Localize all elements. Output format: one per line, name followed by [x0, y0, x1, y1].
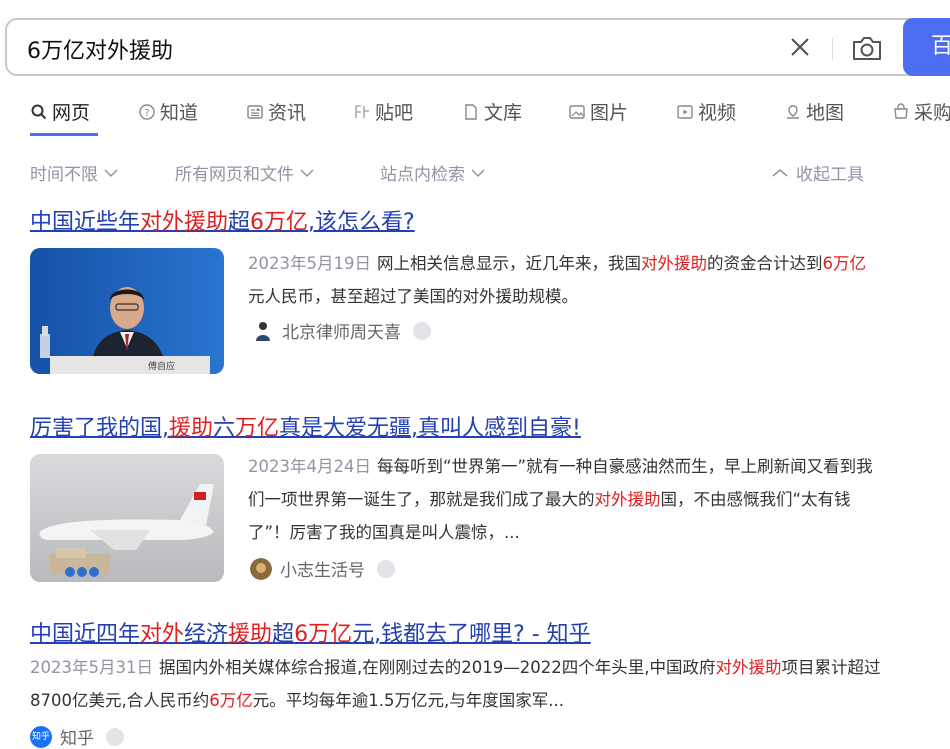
result-thumbnail-1[interactable]: 傅自应: [30, 248, 224, 374]
filter-time-label: 时间不限: [30, 165, 98, 185]
result-abstract-1: 2023年5月19日 网上相关信息显示，近几年来，我国对外援助的资金合计达到6万亿…: [248, 247, 878, 313]
tab-images[interactable]: 图片: [568, 98, 628, 125]
result-source-2[interactable]: 小志生活号: [250, 556, 395, 581]
result-thumbnail-2[interactable]: [30, 454, 224, 582]
title-text: 经济: [184, 622, 229, 647]
abstract-text: 元。平均每年逾1.5万亿元,与年度国家军...: [252, 691, 564, 710]
search-button[interactable]: 百度一下: [903, 18, 950, 76]
search-tabs: 网页 ? 知道 资讯 贴吧 文库 图片 视频 地图 采购: [30, 98, 950, 128]
result-title-2[interactable]: 厉害了我的国,援助六万亿真是大爱无疆,真叫人感到自豪!: [30, 410, 581, 442]
news-icon: [247, 104, 263, 119]
tieba-icon: [355, 104, 369, 118]
svg-text:傅自应: 傅自应: [148, 360, 175, 372]
abstract-text: 元人民币，甚至超过了美国的对外援助规模。: [248, 287, 578, 306]
title-text: 六: [213, 416, 236, 441]
tab-news[interactable]: 资讯: [246, 98, 306, 125]
source-name: 知乎: [60, 729, 94, 749]
avatar: [250, 557, 272, 580]
result-abstract-2: 2023年4月24日 每每听到“世界第一”就有一种自豪感油然而生，早上刷新闻又看到…: [248, 450, 888, 549]
tab-web[interactable]: 网页: [30, 98, 90, 125]
tab-label: 贴吧: [375, 102, 414, 124]
tab-label: 图片: [590, 102, 629, 124]
filter-site[interactable]: 站点内检索: [380, 160, 485, 185]
tab-label: 知道: [160, 102, 199, 124]
title-highlight: 万亿: [235, 416, 280, 441]
title-highlight: 6万亿: [250, 210, 309, 235]
filter-type-label: 所有网页和文件: [175, 165, 294, 185]
avatar: [256, 321, 270, 341]
verified-icon: [413, 321, 431, 340]
shopping-icon: [894, 102, 908, 119]
title-text: 真是大爱无疆,真叫人感到自豪!: [279, 416, 581, 441]
title-highlight: 6万亿: [294, 622, 353, 647]
result-source-3[interactable]: 知乎 知乎: [30, 724, 124, 749]
title-highlight: 援助: [228, 622, 273, 647]
map-icon: [787, 104, 799, 119]
result-source-1[interactable]: 北京律师周天喜: [252, 318, 431, 343]
filter-site-label: 站点内检索: [380, 165, 465, 185]
video-icon: [677, 104, 693, 119]
title-text: 中国近些年: [30, 210, 141, 235]
tab-shopping[interactable]: 采购: [892, 98, 950, 125]
divider: [832, 38, 833, 60]
abstract-highlight: 对外援助: [715, 658, 782, 677]
tab-map[interactable]: 地图: [784, 98, 844, 125]
result-date: 2023年4月24日: [248, 457, 371, 476]
abstract-text: 网上相关信息显示，近几年来，我国: [377, 254, 641, 273]
tab-video[interactable]: 视频: [676, 98, 736, 125]
abstract-highlight: 6万亿: [822, 254, 867, 273]
tab-label: 文库: [484, 102, 523, 124]
zhihu-logo-icon: 知乎: [30, 725, 52, 748]
abstract-highlight: 6万亿: [209, 691, 253, 710]
chevron-up-icon: [772, 168, 788, 177]
abstract-highlight: 对外援助: [641, 254, 707, 273]
collapse-tools-label: 收起工具: [796, 165, 864, 185]
verified-icon: [106, 727, 124, 746]
document-icon: [465, 103, 477, 120]
question-icon: ?: [139, 103, 155, 120]
title-highlight: 援助: [169, 416, 214, 441]
title-text: 超: [272, 622, 295, 647]
tab-label: 采购: [914, 102, 950, 124]
abstract-text: 的资金合计达到: [707, 254, 823, 273]
chevron-down-icon: [300, 168, 314, 177]
verified-icon: [377, 559, 395, 578]
filter-time[interactable]: 时间不限: [30, 160, 118, 185]
active-tab-indicator: [30, 133, 98, 136]
title-text: 元,钱都去了哪里? - 知乎: [352, 622, 591, 647]
title-text: 厉害了我的国,: [30, 416, 169, 441]
filter-type[interactable]: 所有网页和文件: [175, 160, 314, 185]
source-name: 北京律师周天喜: [282, 323, 401, 343]
result-date: 2023年5月19日: [248, 254, 371, 273]
search-icon: [31, 104, 47, 119]
tab-label: 视频: [698, 102, 737, 124]
search-input[interactable]: [27, 36, 627, 61]
image-icon: [569, 104, 585, 119]
result-title-3[interactable]: 中国近四年对外经济援助超6万亿元,钱都去了哪里? - 知乎: [30, 616, 591, 648]
result-date: 2023年5月31日: [30, 658, 153, 677]
title-text: ,该怎么看?: [308, 210, 415, 235]
abstract-highlight: 对外援助: [594, 490, 661, 509]
title-text: 中国近四年: [30, 622, 141, 647]
tab-label: 地图: [806, 102, 845, 124]
source-name: 小志生活号: [280, 561, 365, 581]
collapse-tools-button[interactable]: 收起工具: [772, 160, 864, 185]
chevron-down-icon: [104, 168, 118, 177]
camera-icon[interactable]: [850, 33, 884, 63]
tab-tieba[interactable]: 贴吧: [353, 98, 413, 125]
tab-label: 网页: [52, 102, 91, 124]
svg-text:?: ?: [144, 108, 149, 119]
result-title-1[interactable]: 中国近些年对外援助超6万亿,该怎么看?: [30, 204, 415, 236]
search-box[interactable]: [5, 18, 925, 76]
tab-label: 资讯: [268, 102, 307, 124]
title-text: 超: [228, 210, 251, 235]
close-icon[interactable]: [787, 34, 813, 60]
tab-zhidao[interactable]: ? 知道: [138, 98, 198, 125]
abstract-text: 据国内外相关媒体综合报道,在刚刚过去的2019—2022四个年头里,中国政府: [159, 658, 716, 677]
tab-wenku[interactable]: 文库: [462, 98, 522, 125]
title-highlight: 对外: [140, 622, 185, 647]
title-highlight: 对外援助: [140, 210, 229, 235]
chevron-down-icon: [471, 168, 485, 177]
result-abstract-3: 2023年5月31日 据国内外相关媒体综合报道,在刚刚过去的2019—2022四个…: [30, 651, 890, 717]
